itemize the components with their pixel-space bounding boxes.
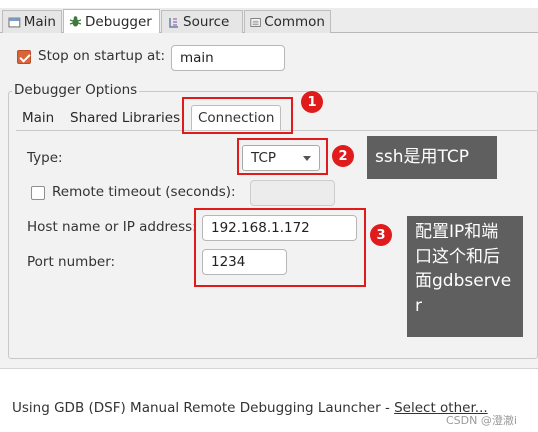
debugger-bug-icon xyxy=(69,16,82,27)
subtab-shared-libraries[interactable]: Shared Libraries xyxy=(64,105,186,130)
tab-debugger-label: Debugger xyxy=(85,13,152,30)
remote-timeout-checkbox[interactable] xyxy=(31,186,45,200)
annotation-callout-2: ssh是用TCP xyxy=(367,136,497,179)
remote-timeout-input[interactable] xyxy=(250,180,335,206)
annotation-callout-3: 配置IP和端口这个和后面gdbserver xyxy=(407,216,523,337)
tab-source-label: Source xyxy=(183,14,230,30)
annotation-badge-2: 2 xyxy=(332,145,354,167)
tab-main-label: Main xyxy=(23,14,56,30)
tab-common-label: Common xyxy=(264,14,325,30)
subtab-main[interactable]: Main xyxy=(16,105,60,130)
port-label: Port number: xyxy=(27,254,116,270)
launcher-line: Using GDB (DSF) Manual Remote Debugging … xyxy=(12,400,488,416)
tab-common[interactable]: Common xyxy=(244,10,331,33)
source-icon xyxy=(169,17,178,28)
remote-timeout-label: Remote timeout (seconds): xyxy=(52,184,236,200)
csdn-watermark: CSDN @澄澈i xyxy=(446,414,517,427)
common-icon xyxy=(250,17,261,27)
annotation-badge-3: 3 xyxy=(370,224,392,246)
main-tab-icon xyxy=(8,17,21,27)
stop-on-startup-checkbox[interactable] xyxy=(17,50,31,64)
host-label: Host name or IP address: xyxy=(27,219,197,235)
tab-debugger[interactable]: Debugger xyxy=(63,9,160,33)
annotation-box-3 xyxy=(194,208,366,287)
annotation-badge-1: 1 xyxy=(301,91,323,113)
annotation-box-1 xyxy=(182,97,293,134)
launcher-text: Using GDB (DSF) Manual Remote Debugging … xyxy=(12,400,395,416)
annotation-box-2 xyxy=(237,138,328,175)
tab-main[interactable]: Main xyxy=(2,10,62,33)
debugger-options-title: Debugger Options xyxy=(12,82,140,98)
type-label: Type: xyxy=(27,150,63,166)
stop-on-startup-input[interactable]: main xyxy=(171,45,285,71)
stop-on-startup-label: Stop on startup at: xyxy=(38,48,166,64)
tab-source[interactable]: Source xyxy=(161,10,243,33)
